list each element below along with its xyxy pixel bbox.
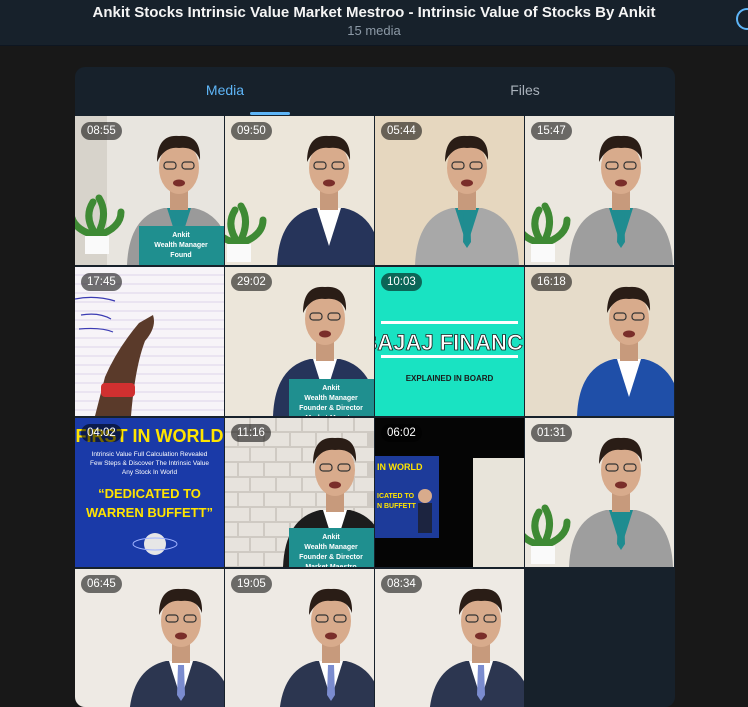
video-duration-badge: 08:55: [81, 122, 122, 140]
chat-header: Ankit Stocks Intrinsic Value Market Mest…: [0, 0, 748, 46]
svg-text:WARREN BUFFETT”: WARREN BUFFETT”: [86, 505, 213, 520]
video-duration-badge: 17:45: [81, 273, 122, 291]
svg-text:Wealth Manager: Wealth Manager: [304, 395, 358, 402]
media-item[interactable]: Ankit Wealth Manager Founder & Director Mar…: [225, 418, 374, 567]
svg-text:Founder & Director: Founder & Director: [299, 405, 363, 412]
media-item[interactable]: 09:50: [225, 116, 374, 265]
video-duration-badge: 05:44: [381, 122, 422, 140]
media-item[interactable]: IN WORLD ICATED TO N BUFFETT 06:02: [375, 418, 524, 567]
chat-title: Ankit Stocks Intrinsic Value Market Mest…: [92, 4, 656, 21]
media-item[interactable]: BAJAJ FINANCE EXPLAINED IN BOARD 10:03: [375, 267, 524, 416]
svg-text:BAJAJ FINANCE: BAJAJ FINANCE: [375, 330, 524, 355]
video-duration-badge: 06:45: [81, 575, 122, 593]
media-item[interactable]: FIRST IN WORLD Intrinsic Value Full Calc…: [75, 418, 224, 567]
svg-text:Market Maestro: Market Maestro: [305, 564, 356, 567]
svg-text:Market Maestro: Market Maestro: [305, 415, 356, 416]
video-duration-badge: 04:02: [81, 424, 122, 442]
svg-text:Found: Found: [170, 252, 191, 259]
tab-media[interactable]: Media: [75, 67, 375, 115]
media-item[interactable]: 15:47: [525, 116, 674, 265]
svg-text:N BUFFETT: N BUFFETT: [377, 503, 417, 510]
svg-text:Ankit: Ankit: [172, 232, 190, 239]
media-item[interactable]: Ankit Wealth Manager Founder & Director Mar…: [225, 267, 374, 416]
video-duration-badge: 06:02: [381, 424, 422, 442]
svg-text:“DEDICATED TO: “DEDICATED TO: [98, 486, 201, 501]
svg-text:EXPLAINED IN BOARD: EXPLAINED IN BOARD: [406, 374, 494, 383]
video-duration-badge: 15:47: [531, 122, 572, 140]
media-item[interactable]: 08:34: [375, 569, 524, 707]
shared-media-panel: Media Files Ankit Wealth Manager Found 08:5…: [75, 67, 675, 707]
video-duration-badge: 08:34: [381, 575, 422, 593]
video-duration-badge: 01:31: [531, 424, 572, 442]
media-item[interactable]: Ankit Wealth Manager Found 08:55: [75, 116, 224, 265]
svg-text:ICATED TO: ICATED TO: [377, 493, 415, 500]
video-duration-badge: 19:05: [231, 575, 272, 593]
svg-text:Ankit: Ankit: [322, 385, 340, 392]
media-item[interactable]: 16:18: [525, 267, 674, 416]
media-item[interactable]: 01:31: [525, 418, 674, 567]
svg-text:Ankit: Ankit: [322, 534, 340, 541]
svg-text:Founder & Director: Founder & Director: [299, 554, 363, 561]
svg-text:IN WORLD: IN WORLD: [377, 462, 423, 472]
svg-text:Wealth Manager: Wealth Manager: [154, 242, 208, 249]
media-count: 15 media: [347, 23, 401, 38]
svg-text:Intrinsic Value Full Calculati: Intrinsic Value Full Calculation Reveale…: [92, 451, 208, 458]
media-item[interactable]: 17:45: [75, 267, 224, 416]
video-duration-badge: 29:02: [231, 273, 272, 291]
media-item[interactable]: 06:45: [75, 569, 224, 707]
svg-text:Any Stock In World: Any Stock In World: [122, 469, 178, 476]
video-duration-badge: 16:18: [531, 273, 572, 291]
media-tabs: Media Files: [75, 67, 675, 115]
svg-text:Wealth Manager: Wealth Manager: [304, 544, 358, 551]
video-duration-badge: 09:50: [231, 122, 272, 140]
active-tab-indicator: [250, 112, 290, 115]
video-duration-badge: 11:16: [231, 424, 271, 442]
media-item[interactable]: 19:05: [225, 569, 374, 707]
video-duration-badge: 10:03: [381, 273, 422, 291]
svg-text:Few Steps & Discover The Intri: Few Steps & Discover The Intrinsic Value: [90, 460, 209, 467]
tab-files[interactable]: Files: [375, 67, 675, 115]
media-item[interactable]: 05:44: [375, 116, 524, 265]
